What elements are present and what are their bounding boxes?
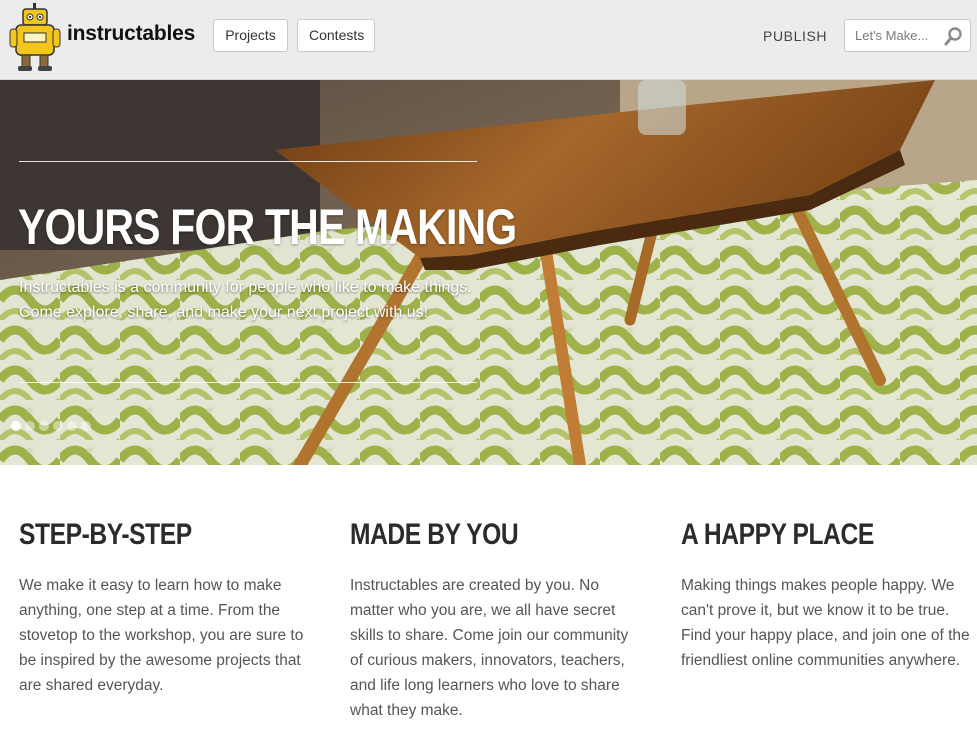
- feature-text: Instructables are created by you. No mat…: [350, 577, 629, 719]
- hero-banner: YOURS FOR THE MAKING Instructables is a …: [0, 80, 977, 465]
- feature-title: MADE BY YOU: [350, 518, 519, 551]
- hero-background-image: [0, 80, 977, 465]
- slide-dot-2[interactable]: [25, 421, 35, 431]
- site-header: instructables Projects Contests PUBLISH: [0, 0, 977, 80]
- slide-dot-4[interactable]: [53, 421, 63, 431]
- feature-happy-place: A HAPPY PLACE Making things makes people…: [681, 518, 971, 673]
- feature-text: We make it easy to learn how to make any…: [19, 577, 304, 694]
- publish-link[interactable]: PUBLISH: [763, 28, 827, 44]
- feature-made-by-you: MADE BY YOU Instructables are created by…: [350, 518, 640, 723]
- search-box: [844, 19, 971, 52]
- hero-divider-bottom: [19, 382, 477, 383]
- feature-title: STEP-BY-STEP: [19, 518, 192, 551]
- instructables-robot-logo[interactable]: [8, 3, 64, 73]
- hero-title: YOURS FOR THE MAKING: [18, 199, 517, 255]
- search-input[interactable]: [845, 20, 945, 51]
- feature-title: A HAPPY PLACE: [681, 518, 874, 551]
- projects-button[interactable]: Projects: [213, 19, 288, 52]
- slide-dot-3[interactable]: [39, 421, 49, 431]
- slide-dot-1[interactable]: [11, 421, 21, 431]
- feature-step-by-step: STEP-BY-STEP We make it easy to learn ho…: [19, 518, 319, 698]
- hero-description: Instructables is a community for people …: [19, 279, 472, 321]
- feature-text: Making things makes people happy. We can…: [681, 577, 970, 669]
- hero-divider-top: [19, 161, 477, 162]
- slide-dot-6[interactable]: [81, 421, 91, 431]
- search-icon[interactable]: [944, 26, 964, 46]
- slide-dot-5[interactable]: [67, 421, 77, 431]
- brand-name[interactable]: instructables: [67, 22, 195, 46]
- contests-button[interactable]: Contests: [297, 19, 375, 52]
